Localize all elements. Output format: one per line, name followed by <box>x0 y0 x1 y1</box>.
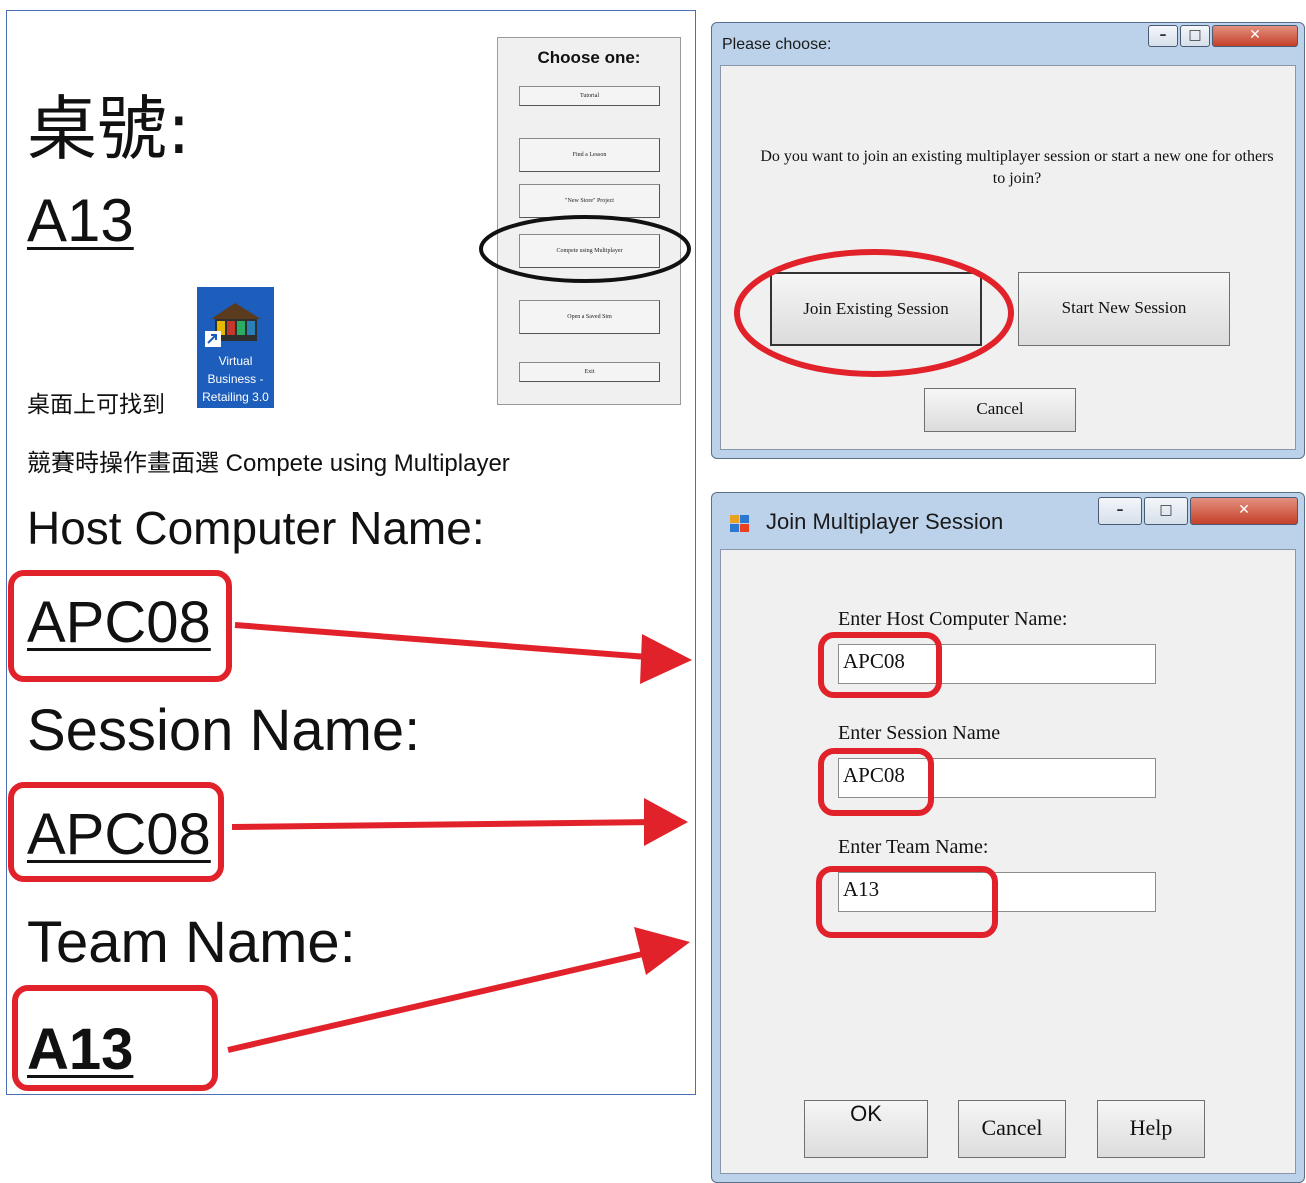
session-name-label: Session Name: <box>27 698 421 763</box>
dialog-body: Enter Host Computer Name: APC08 Enter Se… <box>720 549 1296 1174</box>
highlight-session-field <box>818 748 934 816</box>
session-name-label: Enter Session Name <box>838 722 1001 744</box>
team-name-label: Enter Team Name: <box>838 836 989 858</box>
app-window-icon <box>730 513 750 533</box>
menu-title: Choose one: <box>537 48 641 67</box>
highlight-session-value <box>8 782 224 882</box>
dialog-title: Please choose: <box>722 36 832 53</box>
instruction-text: 競賽時操作畫面選 Compete using Multiplayer <box>27 450 510 477</box>
team-name-label: Team Name: <box>27 910 356 975</box>
close-icon: ✕ <box>1249 27 1261 43</box>
help-button[interactable]: Help <box>1097 1100 1205 1158</box>
cancel-button[interactable]: Cancel <box>924 388 1076 432</box>
minimize-button[interactable]: – <box>1148 25 1178 47</box>
close-button[interactable]: ✕ <box>1212 25 1298 47</box>
menu-open-saved-button[interactable]: Open a Saved Sim <box>519 300 660 334</box>
dialog-body: Do you want to join an existing multipla… <box>720 65 1296 450</box>
close-button[interactable]: ✕ <box>1190 497 1298 525</box>
cancel-button[interactable]: Cancel <box>958 1100 1066 1158</box>
ok-button[interactable]: OK <box>804 1100 928 1158</box>
dialog-title: Join Multiplayer Session <box>766 509 1004 534</box>
window-controls: – □ ✕ <box>1148 25 1298 47</box>
menu-new-store-button[interactable]: "New Store" Project <box>519 184 660 218</box>
virtual-business-app-icon[interactable]: Virtual Business - Retailing 3.0 <box>197 287 274 408</box>
minimize-icon: – <box>1159 27 1167 43</box>
host-computer-name-label: Host Computer Name: <box>27 502 485 554</box>
highlight-host-value <box>8 570 232 682</box>
join-multiplayer-dialog: Join Multiplayer Session – □ ✕ Enter Hos… <box>711 492 1305 1183</box>
window-controls: – □ ✕ <box>1098 497 1298 525</box>
menu-tutorial-button[interactable]: Tutorial <box>519 86 660 106</box>
menu-compete-multiplayer-button[interactable]: Compete using Multiplayer <box>519 234 660 268</box>
join-existing-session-button[interactable]: Join Existing Session <box>770 272 982 346</box>
start-new-session-button[interactable]: Start New Session <box>1018 272 1230 346</box>
table-heading: 桌號: <box>27 88 191 170</box>
table-number: A13 <box>27 187 134 254</box>
host-computer-name-label: Enter Host Computer Name: <box>838 608 1068 630</box>
main-menu-thumbnail: Choose one: Tutorial Find a Lesson "New … <box>497 37 681 405</box>
close-icon: ✕ <box>1238 502 1250 518</box>
please-choose-dialog: Please choose: – □ ✕ Do you want to join… <box>711 22 1305 459</box>
minimize-icon: – <box>1116 502 1124 518</box>
instruction-document: 桌號: A13 Virtual Business - Retailing 3.0… <box>6 10 696 1095</box>
maximize-icon: □ <box>1188 27 1202 43</box>
desktop-note: 桌面上可找到 <box>27 391 165 417</box>
menu-exit-button[interactable]: Exit <box>519 362 660 382</box>
app-icon-label: Virtual Business - Retailing 3.0 <box>202 354 269 404</box>
dialog-question: Do you want to join an existing multipla… <box>760 148 1274 187</box>
highlight-team-field <box>816 866 998 938</box>
menu-find-lesson-button[interactable]: Find a Lesson <box>519 138 660 172</box>
maximize-button[interactable]: □ <box>1180 25 1210 47</box>
minimize-button[interactable]: – <box>1098 497 1142 525</box>
maximize-icon: □ <box>1159 502 1173 518</box>
highlight-team-value <box>12 985 218 1091</box>
maximize-button[interactable]: □ <box>1144 497 1188 525</box>
highlight-host-field <box>818 632 942 698</box>
